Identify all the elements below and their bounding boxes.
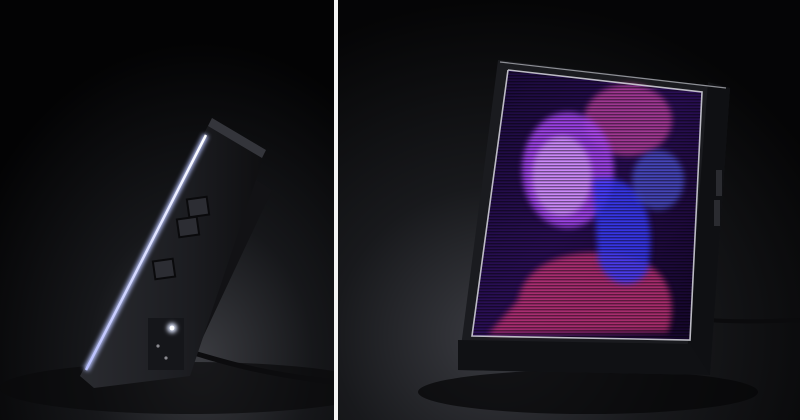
side-button xyxy=(716,170,722,196)
photo-collage xyxy=(0,0,800,420)
status-led-core xyxy=(169,325,175,331)
scanlines xyxy=(472,70,702,340)
device-bottom xyxy=(458,340,710,375)
floor-shadow xyxy=(418,370,758,414)
side-view-illustration xyxy=(0,0,334,420)
side-button xyxy=(175,215,201,239)
side-button xyxy=(151,257,177,281)
port-dot xyxy=(164,356,168,360)
front-view-photo xyxy=(338,0,800,420)
front-view-illustration xyxy=(338,0,800,420)
port-block xyxy=(148,318,184,370)
side-button xyxy=(185,195,211,219)
side-button xyxy=(714,200,720,226)
side-view-photo xyxy=(0,0,334,420)
port-dot xyxy=(156,344,160,348)
